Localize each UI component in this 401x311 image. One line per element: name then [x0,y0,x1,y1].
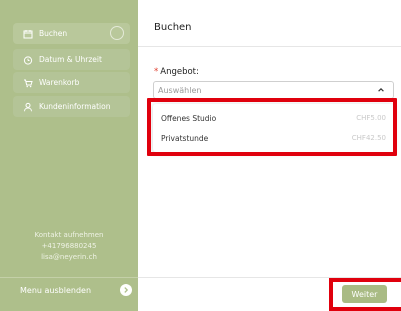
header: Buchen [138,0,401,47]
calendar-icon [23,29,33,39]
menu-hide-label: Menu ausblenden [20,285,92,295]
contact-info: Kontakt aufnehmen +41796880245 lisa@neye… [0,230,138,263]
contact-email[interactable]: lisa@neyerin.ch [0,252,138,263]
arrow-right-icon [120,284,132,296]
step-indicator-icon [110,26,124,40]
select-placeholder: Auswählen [158,85,202,95]
sidebar-item-kundeninformation[interactable]: Kundeninformation [13,96,130,117]
booking-app: Buchen Datum & Uhrzeit Warenkorb Kundeni… [0,0,401,311]
page-title: Buchen [154,22,192,33]
angebot-select[interactable]: Auswählen [153,81,394,99]
sidebar-item-buchen[interactable]: Buchen [13,23,130,44]
cart-icon [23,78,33,88]
sidebar: Buchen Datum & Uhrzeit Warenkorb Kundeni… [0,0,138,311]
sidebar-item-datum[interactable]: Datum & Uhrzeit [13,49,130,70]
sidebar-item-label: Datum & Uhrzeit [39,55,102,64]
user-icon [23,102,33,112]
sidebar-item-label: Kundeninformation [39,102,111,111]
sidebar-item-label: Warenkorb [39,78,80,87]
chevron-up-icon [378,87,384,92]
angebot-label: * Angebot: [154,67,199,77]
contact-title: Kontakt aufnehmen [34,231,104,239]
highlight-box-weiter [329,278,401,311]
sidebar-item-warenkorb[interactable]: Warenkorb [13,72,130,93]
highlight-box-options [147,98,397,156]
required-mark: * [154,67,159,77]
sidebar-item-label: Buchen [39,29,68,38]
clock-icon [23,55,33,65]
menu-hide-button[interactable]: Menu ausblenden [20,283,132,297]
sidebar-divider [0,277,138,278]
contact-phone[interactable]: +41796880245 [0,241,138,252]
